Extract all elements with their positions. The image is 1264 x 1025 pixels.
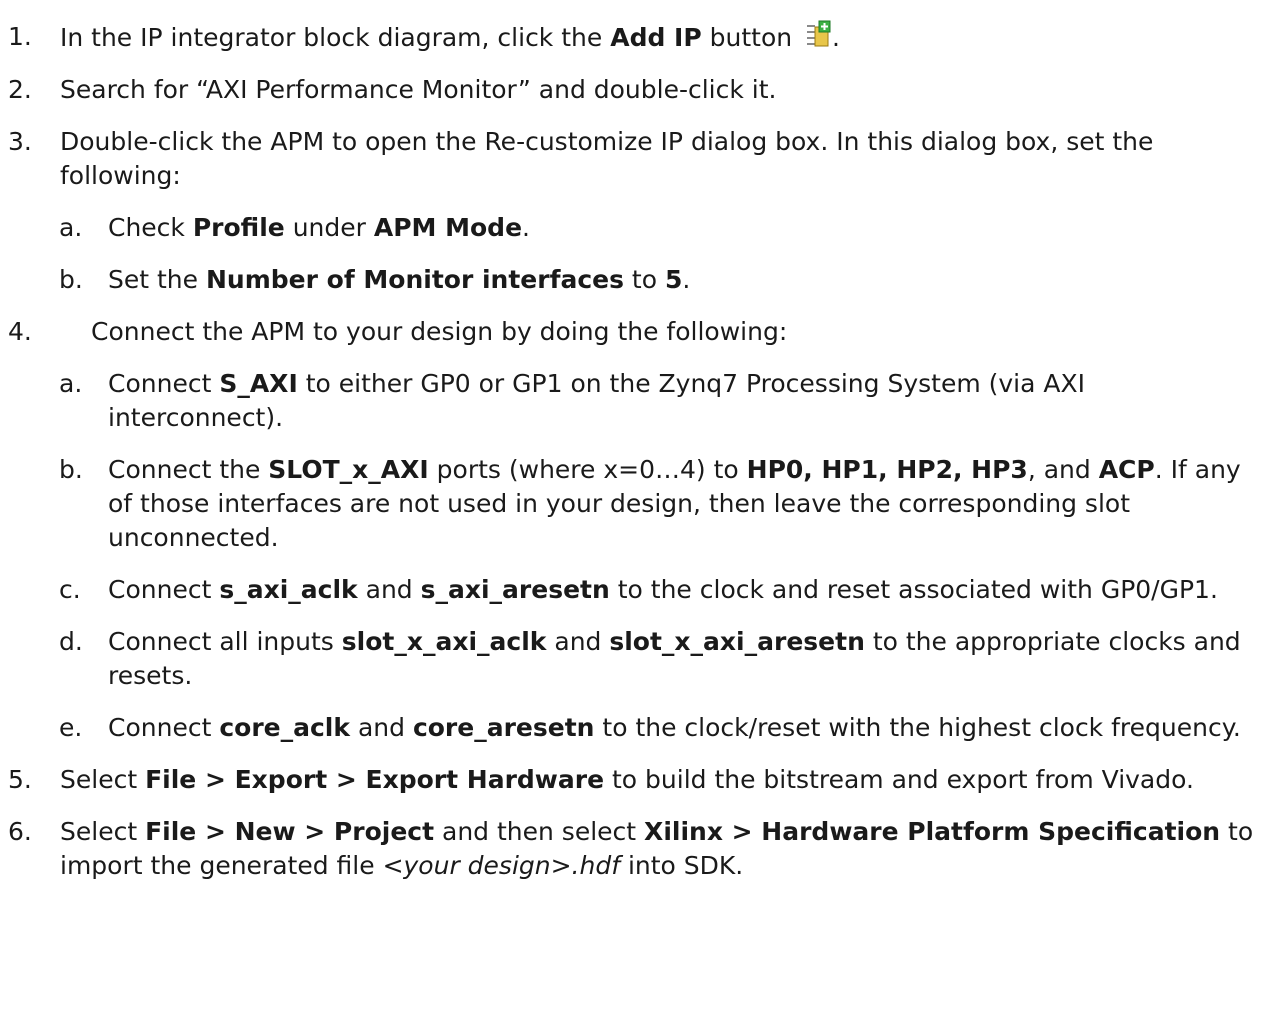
step-text: In the IP integrator block diagram, clic…: [60, 23, 611, 52]
step-bold: APM Mode: [373, 213, 523, 242]
substep-letter: a.: [59, 369, 83, 398]
step-text: and: [350, 713, 413, 742]
step-4e: e. Connect core_aclk and core_aresetn to…: [0, 711, 1264, 745]
step-text: and: [357, 575, 421, 604]
step-text: Set the: [108, 265, 206, 294]
step-number: 1.: [8, 22, 32, 51]
step-text: Connect all inputs: [108, 627, 342, 656]
step-text: to: [623, 265, 665, 294]
substep-letter: a.: [59, 213, 83, 242]
step-bold: HP0, HP1, HP2, HP3: [746, 455, 1028, 484]
step-3a: a. Check Profile under APM Mode.: [0, 211, 1264, 245]
step-text: under: [284, 213, 374, 242]
step-text: button: [701, 23, 801, 52]
step-text: .: [832, 23, 840, 52]
step-bold: ACP: [1098, 455, 1155, 484]
step-text: to build the bitstream and export from V…: [604, 765, 1194, 794]
step-text: Check: [108, 213, 193, 242]
step-bold: File > Export > Export Hardware: [145, 765, 605, 794]
step-bold: Xilinx > Hardware Platform Specification: [644, 817, 1221, 846]
step-5: 5. Select File > Export > Export Hardwar…: [0, 763, 1264, 797]
step-4: 4. Connect the APM to your design by doi…: [0, 315, 1264, 349]
step-number: 6.: [8, 817, 32, 846]
step-italic: <your design>.hdf: [382, 851, 621, 880]
step-4c: c. Connect s_axi_aclk and s_axi_aresetn …: [0, 573, 1264, 607]
step-bold: slot_x_axi_aclk: [341, 627, 547, 656]
step-text: and then select: [434, 817, 645, 846]
step-text: Connect the APM to your design by doing …: [91, 317, 788, 346]
step-number: 5.: [8, 765, 32, 794]
step-text: Connect: [108, 713, 220, 742]
step-bold: core_aresetn: [412, 713, 595, 742]
step-bold: core_aclk: [219, 713, 350, 742]
step-text: Select: [60, 765, 146, 794]
step-bold: Add IP: [610, 23, 702, 52]
step-text: .: [682, 265, 691, 294]
step-text: ports (where x=0…4) to: [428, 455, 747, 484]
step-text: Select: [60, 817, 146, 846]
step-bold: slot_x_axi_aresetn: [609, 627, 865, 656]
step-text: Connect: [108, 575, 220, 604]
step-4b: b. Connect the SLOT_x_AXI ports (where x…: [0, 453, 1264, 555]
step-text: Connect the: [108, 455, 269, 484]
step-text: Search for “AXI Performance Monitor” and…: [60, 75, 777, 104]
substep-letter: b.: [59, 455, 83, 484]
step-text: to the clock and reset associated with G…: [609, 575, 1218, 604]
add-ip-icon: [807, 20, 831, 47]
step-text: Connect: [108, 369, 220, 398]
step-number: 2.: [8, 75, 32, 104]
step-3b: b. Set the Number of Monitor interfaces …: [0, 263, 1264, 297]
step-text: into SDK.: [620, 851, 744, 880]
instruction-list: 1. In the IP integrator block diagram, c…: [0, 20, 1264, 901]
step-4d: d. Connect all inputs slot_x_axi_aclk an…: [0, 625, 1264, 693]
step-text: to the clock/reset with the highest cloc…: [594, 713, 1241, 742]
step-text: Double-click the APM to open the Re-cust…: [60, 127, 1154, 190]
step-bold: S_AXI: [219, 369, 298, 398]
step-bold: 5: [664, 265, 683, 294]
substep-letter: c.: [59, 575, 81, 604]
step-bold: SLOT_x_AXI: [268, 455, 429, 484]
step-text: and: [546, 627, 610, 656]
step-4a: a. Connect S_AXI to either GP0 or GP1 on…: [0, 367, 1264, 435]
step-number: 4.: [8, 317, 32, 346]
substep-letter: e.: [59, 713, 83, 742]
step-bold: File > New > Project: [145, 817, 435, 846]
substep-letter: b.: [59, 265, 83, 294]
step-bold: s_axi_aclk: [219, 575, 358, 604]
step-1: 1. In the IP integrator block diagram, c…: [0, 20, 1264, 55]
step-bold: Number of Monitor interfaces: [205, 265, 624, 294]
step-text: .: [522, 213, 530, 242]
substep-letter: d.: [59, 627, 83, 656]
step-number: 3.: [8, 127, 32, 156]
step-2: 2. Search for “AXI Performance Monitor” …: [0, 73, 1264, 107]
step-bold: Profile: [192, 213, 285, 242]
step-3: 3. Double-click the APM to open the Re-c…: [0, 125, 1264, 193]
step-text: , and: [1027, 455, 1099, 484]
step-bold: s_axi_aresetn: [420, 575, 610, 604]
step-6: 6. Select File > New > Project and then …: [0, 815, 1264, 883]
